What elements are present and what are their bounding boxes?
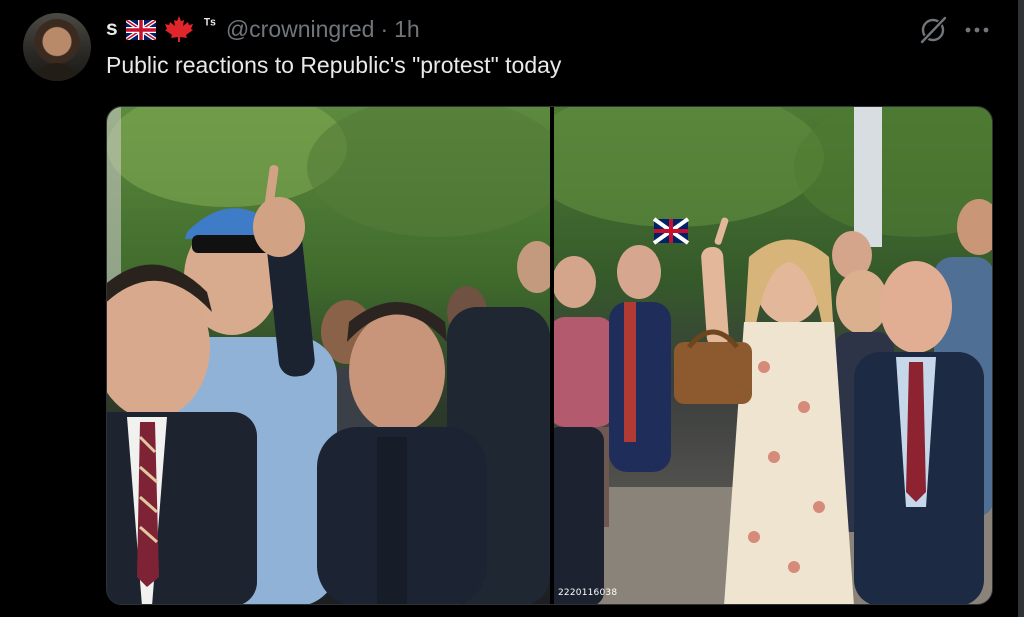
author-handle[interactable]: @crowningred <box>226 16 375 43</box>
tweet-text: Public reactions to Republic's "protest"… <box>106 52 562 78</box>
photo-watermark: 2220116038 <box>558 588 618 598</box>
tweet: s ᵀˢ @crowningred · 1h Public reactions … <box>0 0 1024 617</box>
photo-left[interactable] <box>107 107 550 604</box>
timeline-border <box>1018 0 1024 617</box>
display-name[interactable]: s <box>106 17 118 41</box>
maple-leaf-icon <box>164 15 194 43</box>
separator-dot: · <box>380 15 389 42</box>
avatar[interactable] <box>23 13 91 81</box>
photo-right[interactable]: 2220116038 <box>554 107 992 604</box>
more-options-icon[interactable] <box>962 17 992 43</box>
tweet-media: 2220116038 <box>106 106 993 605</box>
name-suffix: ᵀˢ <box>203 15 216 33</box>
grok-icon[interactable] <box>918 15 948 45</box>
timestamp[interactable]: 1h <box>394 16 420 43</box>
uk-flag-icon <box>124 18 157 42</box>
tweet-header: s ᵀˢ @crowningred · 1h <box>106 14 420 44</box>
